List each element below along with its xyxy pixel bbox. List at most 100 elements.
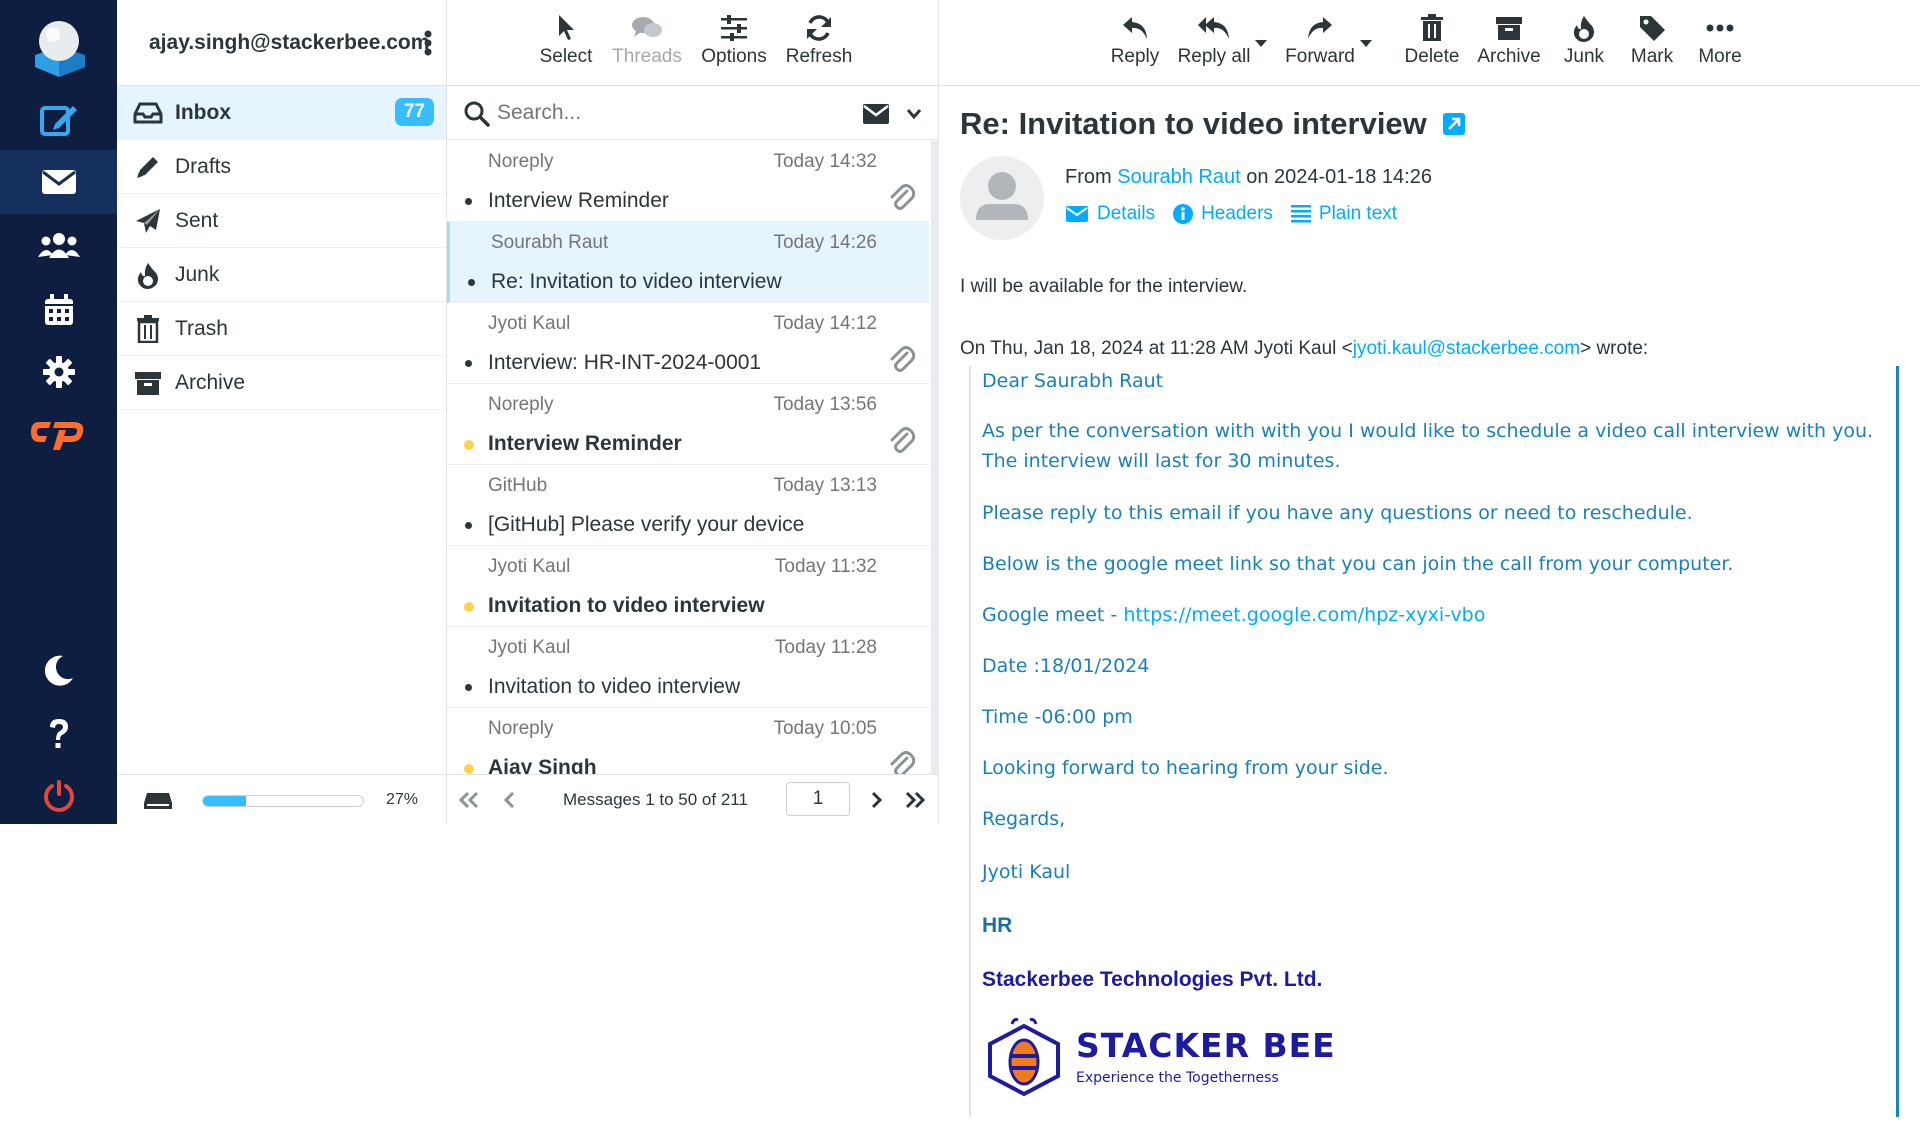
sliders-icon — [694, 10, 774, 46]
search-input[interactable] — [497, 95, 797, 131]
sender-name-link[interactable]: Sourabh Raut — [1117, 166, 1240, 188]
quote-regards: Regards, — [982, 808, 1066, 830]
options-label: Options — [701, 46, 767, 67]
trash-icon — [131, 314, 165, 344]
archive-icon — [131, 368, 165, 398]
calendar-button[interactable] — [0, 278, 117, 342]
message-row[interactable]: Noreply Today 14:32 Interview Reminder — [447, 141, 929, 222]
roundcube-logo[interactable] — [0, 8, 117, 88]
help-icon — [49, 719, 68, 748]
logo-tagline: Experience the Togetherness — [1076, 1070, 1279, 1086]
logo-wordmark: STACKER BEE — [1076, 1026, 1336, 1065]
folder-drafts[interactable]: Drafts — [117, 140, 446, 194]
quote-closing: Looking forward to hearing from your sid… — [982, 757, 1389, 779]
app-nav-rail — [0, 0, 117, 824]
moon-icon — [44, 655, 73, 686]
help-button[interactable] — [0, 702, 117, 766]
cpanel-button[interactable] — [0, 402, 117, 466]
message-subject: Ajay Singh — [488, 756, 597, 774]
message-row[interactable]: Sourabh Raut Today 14:26 Re: Invitation to… — [447, 222, 929, 303]
forward-button[interactable]: Forward — [1281, 10, 1359, 68]
message-date: Today 14:32 — [773, 151, 877, 172]
reply-all-button[interactable]: Reply all — [1175, 10, 1253, 68]
unread-indicator[interactable] — [464, 440, 474, 450]
quoted-sender-email-link[interactable]: jyoti.kaul@stackerbee.com — [1353, 338, 1580, 359]
dark-mode-button[interactable] — [0, 638, 117, 702]
contacts-button[interactable] — [0, 214, 117, 278]
junk-button[interactable]: Junk — [1559, 10, 1609, 68]
folder-archive[interactable]: Archive — [117, 356, 446, 410]
tag-icon — [1627, 10, 1677, 46]
info-icon — [1173, 204, 1194, 224]
quota-percent: 27% — [386, 791, 419, 808]
unread-indicator[interactable] — [464, 764, 474, 774]
pagination-bar: Messages 1 to 50 of 211 1 — [447, 774, 938, 824]
reply-button[interactable]: Reply — [1105, 10, 1165, 68]
forward-dropdown-icon[interactable] — [1360, 40, 1372, 47]
envelope-filter-icon[interactable] — [862, 103, 890, 125]
select-button[interactable]: Select — [536, 10, 596, 68]
message-row[interactable]: Noreply Today 10:05 Ajay Singh — [447, 708, 929, 774]
storage-icon[interactable] — [143, 791, 173, 811]
logout-button[interactable] — [0, 764, 117, 828]
message-row[interactable]: Jyoti Kaul Today 11:32 Invitation to video… — [447, 546, 929, 627]
folder-label: Trash — [175, 316, 228, 340]
account-menu-icon[interactable] — [423, 30, 433, 56]
message-row[interactable]: Noreply Today 13:56 Interview Reminder — [447, 384, 929, 465]
signature-department: HR — [982, 914, 1013, 937]
meet-label: Google meet - — [982, 604, 1124, 626]
list-scrollbar[interactable] — [931, 141, 939, 774]
page-number-input[interactable]: 1 — [786, 782, 850, 816]
details-link[interactable]: Details — [1065, 203, 1155, 225]
folder-trash[interactable]: Trash — [117, 302, 446, 356]
compose-button[interactable] — [0, 88, 117, 152]
more-button[interactable]: More — [1692, 10, 1748, 68]
folder-label: Inbox — [175, 100, 231, 124]
message-row[interactable]: GitHub Today 13:13 [GitHub] Please verify … — [447, 465, 929, 546]
chevron-down-icon[interactable] — [906, 108, 922, 120]
message-row[interactable]: Jyoti Kaul Today 11:28 Invitation to video… — [447, 627, 929, 708]
folder-inbox[interactable]: Inbox 77 — [117, 86, 446, 140]
signature-company: Stackerbee Technologies Pvt. Ltd. — [982, 968, 1323, 991]
sender-line: From Sourabh Raut on 2024-01-18 14:26 — [1065, 166, 1432, 189]
folder-panel: ajay.singh@stackerbee.com Inbox 77 Draft… — [117, 0, 447, 824]
attachment-icon — [890, 346, 915, 372]
reply-all-dropdown-icon[interactable] — [1255, 40, 1267, 47]
next-page-icon[interactable] — [869, 791, 883, 809]
archive-button[interactable]: Archive — [1474, 10, 1544, 68]
read-indicator[interactable] — [468, 279, 475, 286]
plain-text-link[interactable]: Plain text — [1290, 203, 1398, 225]
mail-button[interactable] — [0, 150, 117, 214]
envelope-icon — [1066, 206, 1088, 222]
read-indicator[interactable] — [465, 522, 472, 529]
message-sender: Noreply — [488, 151, 554, 172]
folder-sent[interactable]: Sent — [117, 194, 446, 248]
unread-indicator[interactable] — [464, 602, 474, 612]
attachment-icon — [890, 427, 915, 453]
last-page-icon[interactable] — [903, 791, 927, 809]
threads-button[interactable]: Threads — [607, 10, 687, 68]
message-row[interactable]: Jyoti Kaul Today 14:12 Interview: HR-INT-2… — [447, 303, 929, 384]
settings-button[interactable] — [0, 340, 117, 404]
read-indicator[interactable] — [465, 684, 472, 691]
power-icon — [43, 780, 74, 812]
quote-meet-line: Google meet - https://meet.google.com/hp… — [982, 600, 1882, 630]
refresh-button[interactable]: Refresh — [779, 10, 859, 68]
mark-button[interactable]: Mark — [1627, 10, 1677, 68]
fire-icon — [1559, 10, 1609, 46]
quote-date: Date :18/01/2024 — [982, 655, 1150, 677]
headers-link[interactable]: Headers — [1173, 203, 1273, 225]
header-links: Details Headers Plain text — [1065, 203, 1397, 225]
read-indicator[interactable] — [465, 360, 472, 367]
previous-page-icon[interactable] — [503, 791, 517, 809]
contacts-icon — [37, 233, 80, 258]
meet-link[interactable]: https://meet.google.com/hpz-xyxi-vbo — [1123, 604, 1485, 626]
plain-text-label: Plain text — [1318, 203, 1398, 224]
delete-button[interactable]: Delete — [1402, 10, 1462, 68]
first-page-icon[interactable] — [457, 791, 481, 809]
options-button[interactable]: Options — [694, 10, 774, 68]
message-subject: Invitation to video interview — [488, 675, 741, 698]
read-indicator[interactable] — [465, 198, 472, 205]
folder-junk[interactable]: Junk — [117, 248, 446, 302]
open-in-new-window-icon[interactable] — [1443, 113, 1466, 135]
